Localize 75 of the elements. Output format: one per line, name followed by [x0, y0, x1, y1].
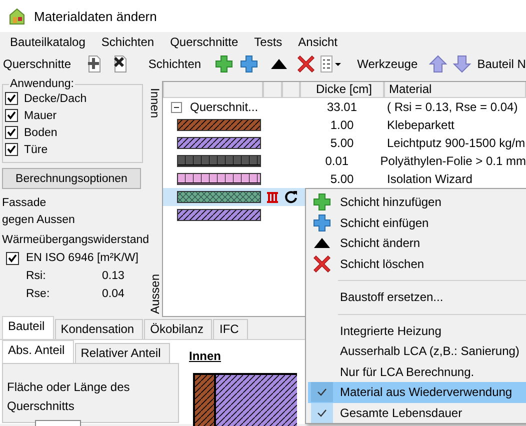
side-label: Innen — [148, 88, 162, 118]
tab[interactable]: Relativer Anteil — [74, 343, 170, 363]
menu-item[interactable]: Material aus Wiederverwendung — [308, 382, 526, 402]
menu-item[interactable]: Baustoff ersetzen... — [308, 287, 526, 308]
triangle-icon[interactable] — [270, 58, 288, 70]
arrow-up-icon[interactable] — [429, 55, 448, 73]
drawing-label: Innen — [189, 349, 221, 363]
value-label: Rse: — [26, 288, 51, 300]
menu-item[interactable]: Integrierte Heizung — [308, 320, 526, 341]
expander-icon[interactable] — [171, 102, 182, 112]
list-dropdown-icon[interactable] — [319, 55, 344, 73]
table-cell-text: 1.00 — [329, 118, 355, 132]
toolbar-label: Querschnitte — [3, 57, 72, 71]
field-label: Fläche oder Länge des Querschnitts — [7, 379, 131, 415]
info-text: Fassade — [1, 196, 48, 211]
column-header[interactable]: Dicke [cm] — [300, 82, 384, 98]
plus-icon[interactable] — [214, 55, 233, 73]
checkbox[interactable] — [5, 92, 18, 105]
table-cell-text: Polyäthylen-Folie > 0.1 mm — [379, 154, 526, 168]
plus-icon[interactable] — [313, 193, 331, 212]
menu-item[interactable]: Schicht löschen — [308, 254, 526, 274]
tab[interactable]: Bauteil — [2, 316, 54, 339]
group-title: Anwendung: — [9, 78, 75, 90]
table-cell-text: 5.00 — [329, 136, 355, 150]
menu-item[interactable]: Ausserhalb LCA (z,B.: Sanierung) — [308, 341, 526, 362]
toolbar-label: Schichten — [148, 57, 202, 71]
menu-item[interactable]: Schichten — [95, 35, 160, 49]
checkbox-label[interactable]: Türe — [24, 144, 48, 156]
menu-item[interactable]: Bauteilkatalog — [4, 35, 92, 49]
side-label: Aussen — [148, 274, 162, 314]
plus-icon[interactable] — [313, 214, 331, 232]
table-cell-text: Isolation Wizard — [386, 172, 474, 186]
menu-item[interactable]: Schicht einfügen — [308, 212, 526, 233]
tab[interactable]: IFC — [213, 319, 248, 339]
value-text: 0.04 — [102, 288, 124, 300]
checkbox-label[interactable]: Decke/Dach — [24, 92, 87, 104]
table-cell-text: Klebeparkett — [386, 118, 456, 132]
window-title: Materialdaten ändern — [34, 8, 157, 24]
tab[interactable]: Abs. Anteil — [2, 340, 74, 363]
delete-icon[interactable] — [297, 55, 316, 73]
info-text: gegen Aussen — [1, 213, 76, 228]
tab[interactable]: Kondensation — [54, 319, 144, 339]
delete-icon[interactable] — [313, 254, 331, 273]
menu-item[interactable]: Schicht ändern — [308, 233, 526, 254]
arrow-down-icon[interactable] — [453, 55, 472, 73]
table-cell-text: Leichtputz 900-1500 kg/m — [386, 136, 526, 150]
value-text: 0.13 — [102, 270, 124, 282]
checkbox-label[interactable]: EN ISO 6946 [m²K/W] — [26, 252, 138, 264]
menu-item[interactable]: Schicht hinzufügen — [308, 192, 526, 212]
column-header[interactable]: Material — [384, 82, 526, 98]
table-cell-text: 0.01 — [324, 154, 350, 168]
checkbox[interactable] — [5, 109, 18, 122]
checkbox[interactable] — [5, 126, 18, 139]
checkbox[interactable] — [5, 143, 18, 156]
table-cell-text: 33.01 — [326, 100, 358, 114]
toolbar-menu[interactable]: Werkzeuge — [357, 57, 418, 71]
menu-item[interactable]: Gesamte Lebensdauer — [308, 402, 526, 423]
checkbox-label[interactable]: Boden — [24, 126, 58, 138]
menu-item[interactable]: Tests — [248, 35, 288, 49]
value-label: Rsi: — [26, 270, 47, 282]
menu-item[interactable]: Ansicht — [292, 35, 344, 49]
checkbox-label[interactable]: Mauer — [24, 110, 57, 122]
table-cell-text: ( Rsi = 0.13, Rse = 0.04) — [386, 100, 519, 114]
app-icon — [8, 7, 26, 25]
menu-item[interactable]: Nur für LCA Berechnung. — [308, 362, 526, 382]
toolbar-menu[interactable]: Bauteil N — [477, 57, 526, 71]
tab[interactable]: Ökobilanz — [144, 319, 212, 339]
plus-icon[interactable] — [240, 55, 258, 73]
menu-item[interactable]: Querschnitte — [164, 35, 244, 49]
triangle-icon[interactable] — [313, 237, 331, 250]
section-heading: Wärmeübergangswiderstand — [1, 233, 147, 248]
table-cell-text: 5.00 — [329, 172, 355, 186]
checkbox[interactable] — [6, 252, 19, 264]
tree-item[interactable]: Querschnit... — [190, 100, 258, 114]
calculation-options-button[interactable]: Berechnungsoptionen — [2, 168, 141, 189]
